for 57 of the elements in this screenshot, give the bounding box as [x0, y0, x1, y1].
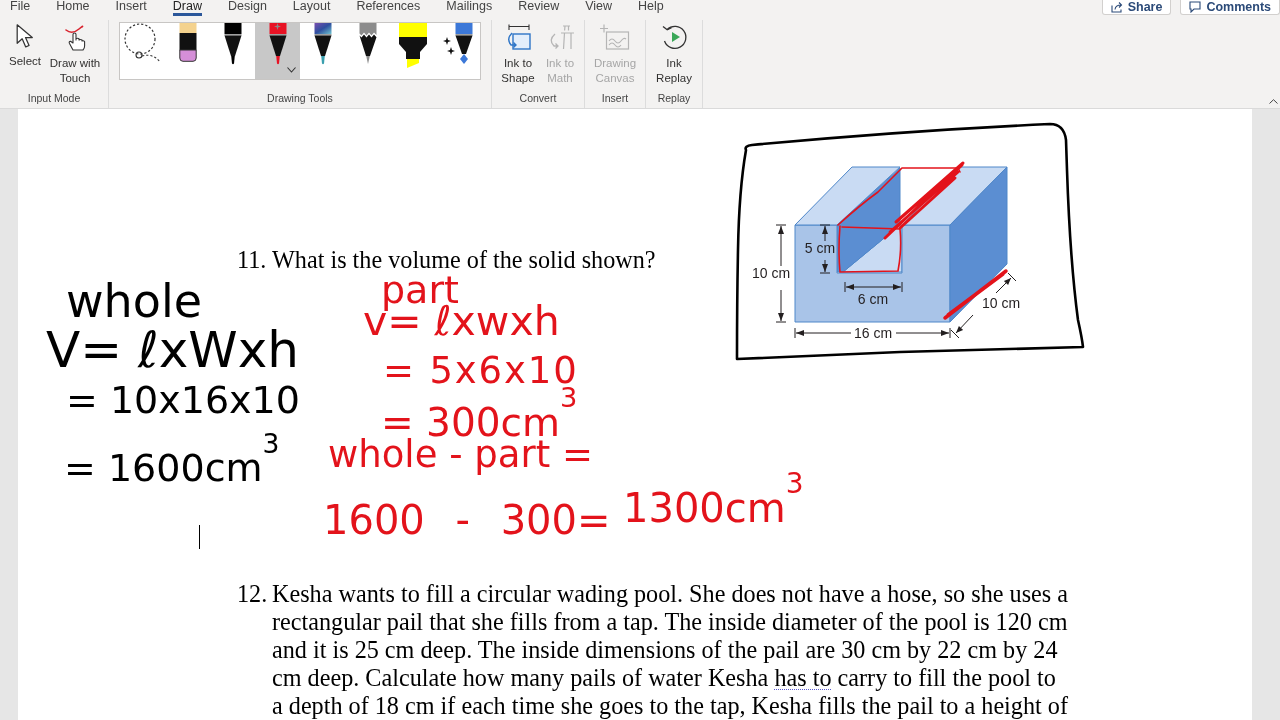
ink-replay-button[interactable]: Ink Replay	[651, 20, 697, 86]
ribbon-tab[interactable]: Help	[638, 0, 664, 16]
comment-icon	[1189, 1, 1202, 13]
draw-with-touch-button[interactable]: Draw with Touch	[47, 20, 103, 86]
sparkle-pen-icon	[442, 23, 473, 65]
dimension-label: 10 cm	[981, 295, 1021, 311]
collapse-ribbon-icon[interactable]	[1269, 99, 1278, 104]
ink-to-shape-button[interactable]: Ink to Shape	[497, 20, 539, 86]
ribbon-tab[interactable]: Design	[227, 0, 267, 16]
dimension-label: 16 cm	[853, 325, 893, 341]
group-label: Convert	[518, 91, 558, 106]
share-icon	[1110, 1, 1123, 13]
handwritten-note: 1600 - 300=	[323, 500, 611, 540]
dimension-label: 5 cm	[804, 240, 836, 256]
ribbon-tab[interactable]: Review	[518, 0, 560, 16]
group-label: Replay	[656, 91, 692, 106]
eraser-icon	[178, 23, 197, 62]
comments-button[interactable]: Comments	[1180, 0, 1280, 15]
highlighter-icon	[398, 23, 427, 68]
share-button[interactable]: Share	[1101, 0, 1172, 15]
dimension-label: 6 cm	[857, 291, 889, 307]
ribbon-tab[interactable]: Home	[56, 0, 90, 16]
ribbon-tab[interactable]: Layout	[292, 0, 331, 16]
handwritten-note: whole - part =	[328, 436, 593, 473]
dimension-label: 10 cm	[751, 265, 791, 281]
handwritten-note: whole	[66, 278, 202, 324]
text-cursor	[199, 525, 200, 549]
pen-tool[interactable]	[255, 23, 300, 79]
handwritten-note: 1300cm$^{3}$	[623, 467, 804, 529]
replay-icon	[660, 24, 688, 51]
ribbon-tab[interactable]: View	[585, 0, 613, 16]
handwritten-note: = 10x16x10	[66, 381, 300, 419]
pointer-icon	[16, 24, 34, 49]
pen-icon	[313, 23, 332, 65]
pencil-icon	[358, 23, 377, 65]
ribbon-tab[interactable]: References	[356, 0, 421, 16]
question-number: 12.	[237, 580, 269, 608]
select-button[interactable]: Select	[5, 20, 45, 69]
chevron-down-icon	[287, 67, 296, 73]
question-text: What is the volume of the solid shown?	[272, 246, 656, 274]
handle-icon	[274, 23, 281, 30]
question-text: Kesha wants to fill a circular wading pool. She does not have a hose, so she uses a rectangular pail that she fills from a tap. The inside diameter of the pool is 120 cm and it is 25 cm deep. The inside dimensions of the pail are 30 cm by 22 cm by 24 cm deep. Calculate how many pails of water Kesha has to carry to fill the pool to a depth of 18 cm if each time she goes to the tap, Kesha fills the pail to a height of	[272, 580, 1068, 720]
pen-icon	[268, 23, 287, 65]
ribbon-tab[interactable]: Mailings	[446, 0, 493, 16]
group-label: Drawing Tools	[266, 91, 334, 106]
canvas-icon	[600, 24, 630, 51]
hand-pointer-icon	[64, 24, 86, 51]
handwritten-note: V= ℓxWxh	[46, 325, 299, 375]
handwritten-note: = 1600cm$^{3}$	[64, 428, 280, 487]
group-label: Insert	[600, 91, 630, 106]
ribbon-tab[interactable]: Insert	[115, 0, 147, 16]
dimension-arrow	[844, 281, 903, 293]
lasso-icon	[123, 23, 162, 64]
question-number: 11.	[237, 246, 268, 274]
group-label: Input Mode	[26, 91, 82, 106]
pen-icon	[223, 23, 242, 65]
ribbon-tab[interactable]: File	[10, 0, 31, 16]
